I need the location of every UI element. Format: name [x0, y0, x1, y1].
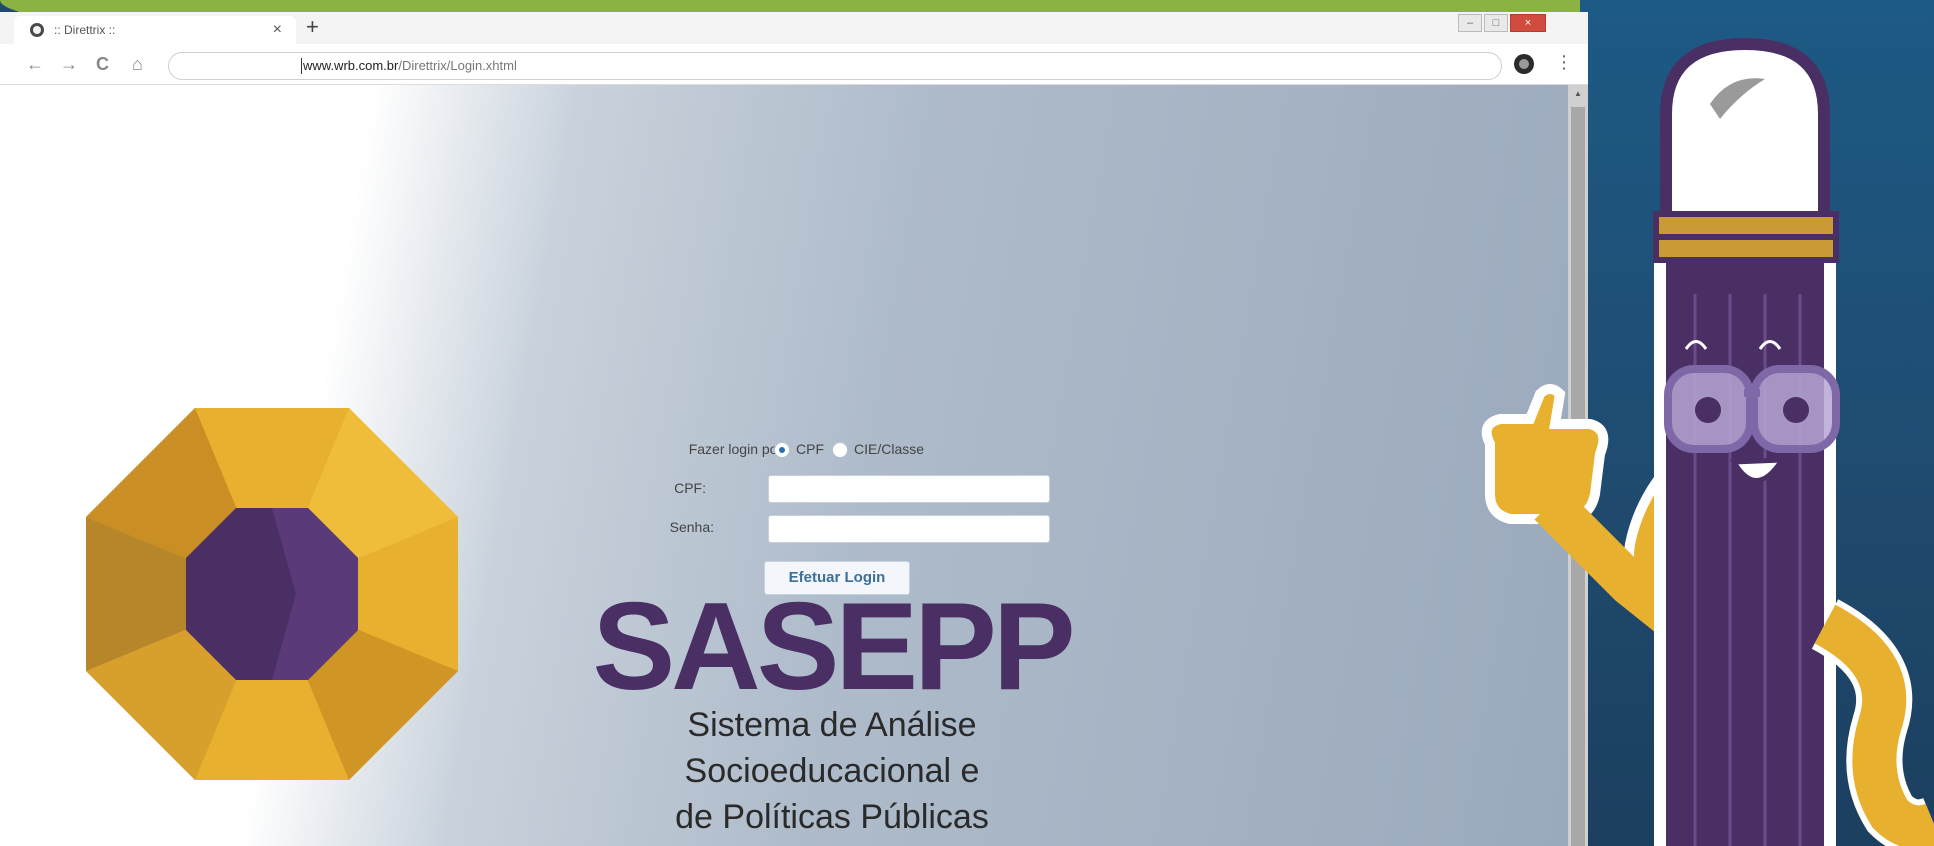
- globe-icon: [30, 23, 44, 37]
- cpf-input[interactable]: [768, 475, 1050, 503]
- tab-bar: :: Direttrix :: × + – □ ×: [0, 12, 1588, 44]
- radio-cie-classe[interactable]: [832, 442, 848, 458]
- url-path: /Direttrix/Login.xhtml: [398, 58, 517, 73]
- brand-subtitle-line3: de Políticas Públicas: [675, 798, 989, 836]
- radio-cpf-label: CPF: [796, 441, 824, 457]
- password-label: Senha:: [669, 519, 714, 535]
- brand-block: SASEPP Sistema de Análise Socioeducacion…: [572, 578, 1092, 837]
- brand-subtitle-line2: Socioeducacional e: [684, 752, 980, 790]
- reload-button[interactable]: C: [96, 54, 109, 75]
- browser-tab[interactable]: :: Direttrix :: ×: [14, 16, 296, 44]
- octagon-emblem-icon: [86, 408, 458, 780]
- password-input[interactable]: [768, 515, 1050, 543]
- cpf-label: CPF:: [674, 480, 706, 496]
- home-button[interactable]: ⌂: [132, 54, 143, 75]
- text-cursor: [301, 58, 302, 74]
- back-button[interactable]: ←: [26, 54, 44, 75]
- radio-cie-classe-label: CIE/Classe: [854, 441, 925, 457]
- url-domain: www.wrb.com.br: [303, 58, 399, 73]
- forward-button[interactable]: →: [60, 54, 78, 75]
- pencil-mascot-thumbs-up-icon: [1481, 37, 1934, 846]
- radio-cpf[interactable]: [774, 442, 790, 458]
- login-by-label: Fazer login por:: [688, 441, 786, 457]
- address-bar[interactable]: www.wrb.com.br/Direttrix/Login.xhtml ☆: [168, 52, 1502, 80]
- tab-title: :: Direttrix ::: [54, 23, 116, 37]
- new-tab-button[interactable]: +: [306, 14, 319, 40]
- brand-name: SASEPP: [592, 578, 1075, 716]
- browser-toolbar: ← → C ⌂ www.wrb.com.br/Direttrix/Login.x…: [0, 44, 1588, 85]
- close-tab-icon[interactable]: ×: [273, 21, 282, 39]
- url-text: www.wrb.com.br/Direttrix/Login.xhtml: [303, 53, 517, 79]
